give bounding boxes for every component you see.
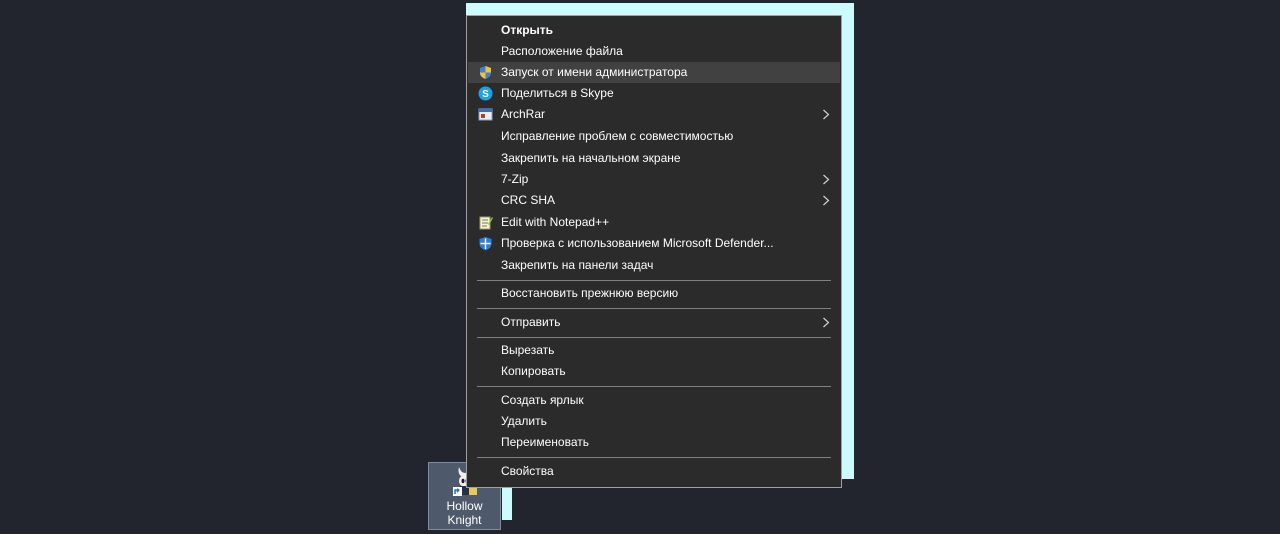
menu-item-run-as-admin[interactable]: Запуск от имени администратора	[468, 62, 840, 83]
menu-separator	[477, 280, 831, 281]
menu-item-share-skype[interactable]: S Поделиться в Skype	[468, 83, 840, 104]
notepad-icon	[479, 216, 493, 230]
admin-shield-icon	[480, 66, 491, 79]
menu-item-defender-scan[interactable]: Проверка с использованием Microsoft Defe…	[468, 233, 840, 254]
menu-item-open[interactable]: Открыть	[468, 20, 840, 41]
defender-icon	[479, 237, 492, 251]
menu-item-crc-sha[interactable]: CRC SHA	[468, 190, 840, 211]
menu-item-copy[interactable]: Копировать	[468, 361, 840, 382]
archive-icon	[478, 108, 493, 121]
menu-item-create-shortcut[interactable]: Создать ярлык	[468, 390, 840, 411]
chevron-right-icon	[823, 195, 830, 206]
menu-item-rename[interactable]: Переименовать	[468, 432, 840, 453]
menu-item-archrar[interactable]: ArchRar	[468, 104, 840, 125]
menu-separator	[477, 337, 831, 338]
menu-item-send-to[interactable]: Отправить	[468, 312, 840, 333]
menu-item-pin-to-taskbar[interactable]: Закрепить на панели задач	[468, 255, 840, 276]
menu-separator	[477, 457, 831, 458]
chevron-right-icon	[823, 317, 830, 328]
menu-item-properties[interactable]: Свойства	[468, 461, 840, 482]
svg-text:S: S	[482, 89, 489, 100]
menu-separator	[477, 386, 831, 387]
chevron-right-icon	[823, 109, 830, 120]
menu-item-7zip[interactable]: 7-Zip	[468, 169, 840, 190]
menu-item-cut[interactable]: Вырезать	[468, 340, 840, 361]
menu-item-file-location[interactable]: Расположение файла	[468, 41, 840, 62]
menu-item-edit-notepadpp[interactable]: Edit with Notepad++	[468, 212, 840, 233]
desktop-shortcut-label: Hollow Knight	[446, 499, 483, 527]
menu-item-restore-previous-versions[interactable]: Восстановить прежнюю версию	[468, 283, 840, 304]
skype-icon: S	[478, 86, 493, 101]
menu-separator	[477, 308, 831, 309]
menu-item-pin-to-start[interactable]: Закрепить на начальном экране	[468, 148, 840, 169]
menu-item-troubleshoot-compatibility[interactable]: Исправление проблем с совместимостью	[468, 126, 840, 147]
menu-item-delete[interactable]: Удалить	[468, 411, 840, 432]
context-menu: Открыть Расположение файла Запуск от име…	[466, 15, 842, 488]
chevron-right-icon	[823, 174, 830, 185]
